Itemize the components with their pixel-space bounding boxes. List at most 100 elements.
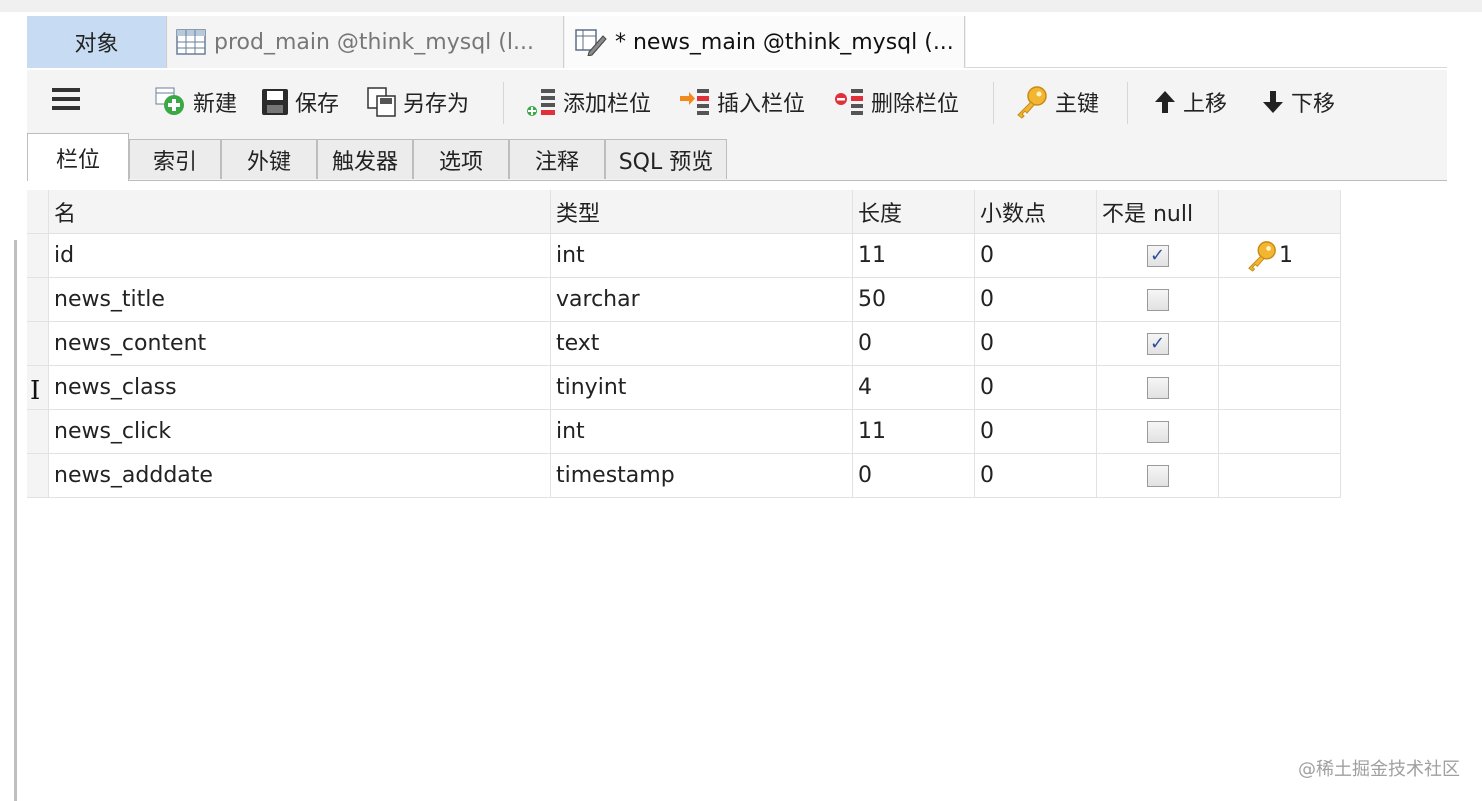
column-header-length-label: 长度 <box>858 201 903 227</box>
toolbar: 新建 保存 另存为 添加栏位 插入栏位 删除栏位 主键 上移 下移 <box>27 70 1447 134</box>
toolbar-separator <box>1127 82 1128 124</box>
table-row[interactable]: id int 11 0 ✓ 1 <box>27 234 1341 278</box>
field-name-cell[interactable]: news_adddate <box>49 454 551 498</box>
field-length-cell[interactable]: 50 <box>853 278 975 322</box>
row-header[interactable] <box>27 322 49 366</box>
not-null-cell <box>1097 410 1219 454</box>
add-field-button[interactable]: 添加栏位 <box>525 82 651 122</box>
field-length-cell[interactable]: 4 <box>853 366 975 410</box>
row-header[interactable] <box>27 454 49 498</box>
not-null-checkbox[interactable] <box>1146 288 1169 311</box>
column-header-not-null[interactable]: 不是 null <box>1097 190 1219 234</box>
row-header[interactable] <box>27 278 49 322</box>
tab-news-main[interactable]: * news_main @think_mysql (... <box>565 16 965 68</box>
not-null-cell <box>1097 366 1219 410</box>
field-type-cell[interactable]: varchar <box>551 278 853 322</box>
tab-triggers-label: 触发器 <box>331 149 398 175</box>
field-name-cell[interactable]: news_content <box>49 322 551 366</box>
table-row[interactable]: news_adddate timestamp 0 0 <box>27 454 1341 498</box>
save-label: 保存 <box>295 92 340 117</box>
field-decimals-cell[interactable]: 0 <box>975 366 1097 410</box>
not-null-checkbox[interactable] <box>1146 420 1169 443</box>
not-null-checkbox[interactable] <box>1146 464 1169 487</box>
save-as-label: 另存为 <box>403 92 470 117</box>
field-decimals-cell[interactable]: 0 <box>975 454 1097 498</box>
column-header-length[interactable]: 长度 <box>853 190 975 234</box>
text-cursor-icon: I <box>30 376 41 406</box>
field-name-cell[interactable]: news_title <box>49 278 551 322</box>
field-length-cell[interactable]: 0 <box>853 322 975 366</box>
tab-prod-main-label: prod_main @think_mysql (l... <box>214 29 534 55</box>
new-button[interactable]: 新建 <box>155 82 237 122</box>
field-decimals-cell[interactable]: 0 <box>975 410 1097 454</box>
field-type-cell[interactable]: text <box>551 322 853 366</box>
field-decimals-cell[interactable]: 0 <box>975 322 1097 366</box>
not-null-cell: ✓ <box>1097 234 1219 278</box>
field-name-cell[interactable]: news_click <box>49 410 551 454</box>
move-up-label: 上移 <box>1183 92 1228 117</box>
table-row[interactable]: news_click int 11 0 <box>27 410 1341 454</box>
not-null-checkbox[interactable]: ✓ <box>1146 244 1169 267</box>
key-icon <box>1245 240 1279 272</box>
column-header-type-label: 类型 <box>556 201 601 227</box>
field-length-cell[interactable]: 11 <box>853 410 975 454</box>
field-type-cell[interactable]: int <box>551 234 853 278</box>
menu-button[interactable] <box>51 82 81 122</box>
table-row[interactable]: news_title varchar 50 0 <box>27 278 1341 322</box>
tab-foreign-keys[interactable]: 外键 <box>221 139 317 179</box>
move-up-button[interactable]: 上移 <box>1153 82 1227 122</box>
add-field-label: 添加栏位 <box>563 92 652 117</box>
column-header-decimals[interactable]: 小数点 <box>975 190 1097 234</box>
delete-field-button[interactable]: 删除栏位 <box>833 82 959 122</box>
table-row[interactable]: news_class tinyint 4 0 <box>27 366 1341 410</box>
tab-fields[interactable]: 栏位 <box>27 133 129 181</box>
save-button[interactable]: 保存 <box>261 82 339 122</box>
insert-field-button[interactable]: 插入栏位 <box>679 82 805 122</box>
top-strip <box>0 0 1482 12</box>
key-cell: 1 <box>1219 234 1341 278</box>
table-icon <box>176 29 206 55</box>
field-name-cell[interactable]: id <box>49 234 551 278</box>
not-null-checkbox[interactable]: ✓ <box>1146 332 1169 355</box>
column-header-name[interactable]: 名 <box>49 190 551 234</box>
primary-key-label: 主键 <box>1055 92 1100 117</box>
primary-key-button[interactable]: 主键 <box>1015 82 1099 122</box>
delete-field-label: 删除栏位 <box>871 92 960 117</box>
table-row[interactable]: news_content text 0 0 ✓ <box>27 322 1341 366</box>
key-cell <box>1219 454 1341 498</box>
tab-comments-label: 注释 <box>534 149 579 175</box>
column-header-name-label: 名 <box>54 201 77 227</box>
not-null-cell: ✓ <box>1097 322 1219 366</box>
save-as-button[interactable]: 另存为 <box>367 82 469 122</box>
field-decimals-cell[interactable]: 0 <box>975 234 1097 278</box>
tab-indexes-label: 索引 <box>152 149 197 175</box>
row-header[interactable] <box>27 410 49 454</box>
tab-indexes[interactable]: 索引 <box>129 139 221 179</box>
field-decimals-cell[interactable]: 0 <box>975 278 1097 322</box>
not-null-checkbox[interactable] <box>1146 376 1169 399</box>
tab-objects[interactable]: 对象 <box>27 16 167 68</box>
column-header-key <box>1219 190 1341 234</box>
left-splitter[interactable] <box>14 240 17 801</box>
toolbar-separator <box>503 82 504 124</box>
move-down-button[interactable]: 下移 <box>1261 82 1335 122</box>
new-icon <box>155 87 187 117</box>
row-header-corner <box>27 190 49 234</box>
tab-bar-empty <box>966 16 1447 68</box>
column-header-type[interactable]: 类型 <box>551 190 853 234</box>
row-header[interactable] <box>27 234 49 278</box>
tab-sql-preview[interactable]: SQL 预览 <box>605 139 727 179</box>
field-length-cell[interactable]: 0 <box>853 454 975 498</box>
tab-comments[interactable]: 注释 <box>509 139 605 179</box>
add-field-icon <box>525 87 557 117</box>
menu-icon <box>51 86 81 118</box>
field-type-cell[interactable]: int <box>551 410 853 454</box>
tab-triggers[interactable]: 触发器 <box>317 139 413 179</box>
field-length-cell[interactable]: 11 <box>853 234 975 278</box>
tab-prod-main[interactable]: prod_main @think_mysql (l... <box>168 16 564 68</box>
not-null-cell <box>1097 454 1219 498</box>
field-name-cell[interactable]: news_class <box>49 366 551 410</box>
field-type-cell[interactable]: timestamp <box>551 454 853 498</box>
field-type-cell[interactable]: tinyint <box>551 366 853 410</box>
tab-options[interactable]: 选项 <box>413 139 509 179</box>
